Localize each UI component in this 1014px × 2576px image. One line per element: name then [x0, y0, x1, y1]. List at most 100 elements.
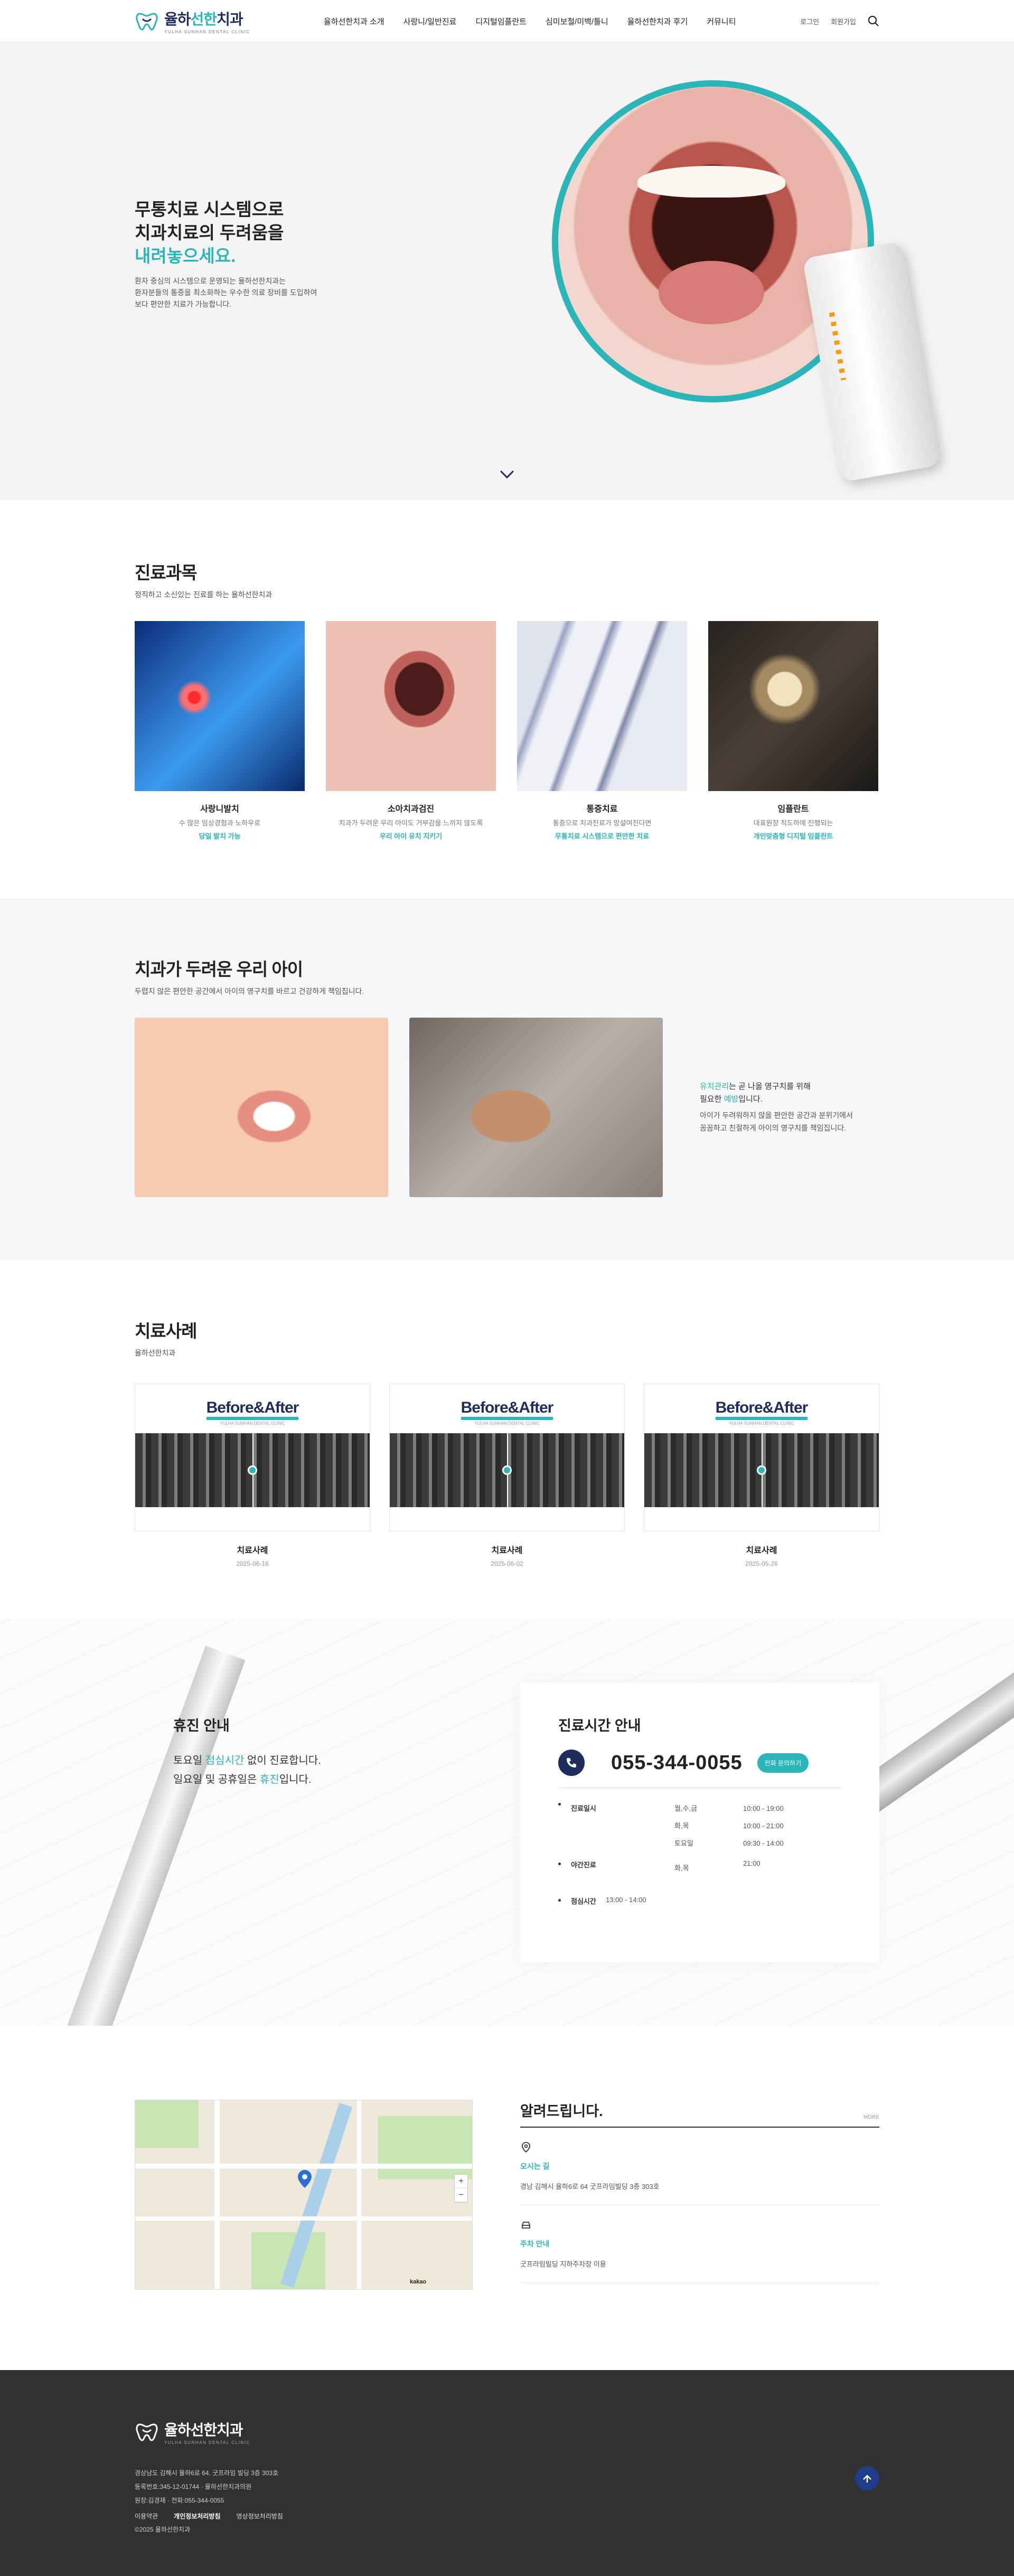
dept-title: 진료과목 [135, 563, 197, 582]
map-provider-logo: kakao [410, 2279, 427, 2285]
dept-image-kid [326, 621, 496, 791]
notice-title: 알려드립니다. [520, 2103, 603, 2119]
case-date: 2025-05-26 [745, 1560, 778, 1567]
case-card[interactable]: Before&After YULHA SUNHAN DENTAL CLINIC … [135, 1384, 370, 1567]
hours-row: 야간진료 화,목 21:00 [558, 1859, 841, 1877]
nav-item-intro[interactable]: 율하선한치과 소개 [314, 16, 394, 27]
off-day-text: 토요일 점심시간 없이 진료합니다. 일요일 및 공휴일은 휴진입니다. [173, 1755, 321, 1785]
chevron-down-icon[interactable] [497, 465, 517, 484]
logo-name: 율하선한치과 [164, 11, 243, 27]
hours-days: 월,수,금 화,목 토요일 [674, 1804, 698, 1847]
nav-item-wisdom[interactable]: 사랑니/일반진료 [394, 16, 466, 27]
hours-row: 진료일시 월,수,금 화,목 토요일 10:00 - 19:00 10:00 -… [558, 1800, 841, 1852]
dept-highlight: 우리 아이 유치 지키기 [379, 832, 443, 840]
zoom-in-icon[interactable]: + [455, 2175, 467, 2188]
dept-card-kids[interactable]: 소아치과검진 치과가 두려운 우리 아이도 거부감을 느끼지 않도록 우리 아이… [326, 621, 496, 841]
hero-text: 무통치료 시스템으로 치과치료의 두려움을 내려놓으세요. 환자 중심의 시스템… [135, 198, 317, 310]
util-menu: 로그인 회원가입 [800, 15, 879, 27]
parking-text: 굿프라임빌딩 지하주차장 이용 [520, 2260, 606, 2268]
notice-box: 알려드립니다. MORE 오시는 길 경남 김해시 율하6로 64 굿프라임빌딩… [520, 2100, 879, 2290]
dept-subtitle: 정직하고 소신있는 진료를 하는 율하선한치과 [135, 590, 273, 599]
copyright: ©2025 율하선한치과 [135, 2526, 191, 2533]
hero-description: 환자 중심의 시스템으로 운영되는 율하선한치과는 환자분들의 통증을 최소화하… [135, 277, 317, 308]
case-thumbnail: Before&After YULHA SUNHAN DENTAL CLINIC [644, 1384, 879, 1531]
cases-grid: Before&After YULHA SUNHAN DENTAL CLINIC … [135, 1384, 879, 1567]
nav-item-community[interactable]: 커뮤니티 [697, 16, 745, 27]
notice-section: + − kakao 알려드립니다. MORE 오시는 길 경남 김해시 율하6로… [0, 2026, 1014, 2367]
compare-handle-icon [248, 1465, 257, 1475]
nav-item-aesthetic[interactable]: 심미보철/미백/틀니 [536, 16, 618, 27]
compare-handle-icon [502, 1465, 512, 1475]
search-icon[interactable] [868, 15, 879, 27]
phone-number[interactable]: 055-344-0055 [611, 1752, 743, 1774]
footer-logo-name: 율하선한치과 [164, 2422, 243, 2438]
dept-highlight: 당일 발치 가능 [199, 832, 241, 840]
dept-card-wisdom[interactable]: 사랑니발치 수 많은 임상경험과 노하우로 당일 발치 가능 [135, 621, 305, 841]
hours-label: 야간진료 [558, 1859, 674, 1877]
arrow-up-icon[interactable] [855, 2466, 879, 2490]
map-zoom-controls: + − [454, 2174, 468, 2203]
video-policy-link[interactable]: 영상정보처리방침 [237, 2512, 283, 2521]
footer-logo: 율하선한치과 YULHA SUNHAN DENTAL CLINIC [135, 2419, 879, 2445]
hours-label: 점심시간 [558, 1896, 674, 1906]
dept-highlight: 개인맞춤형 디지털 임플란트 [753, 832, 833, 840]
dept-image-xray [135, 621, 305, 791]
privacy-link[interactable]: 개인정보처리방침 [174, 2512, 220, 2521]
case-card[interactable]: Before&After YULHA SUNHAN DENTAL CLINIC … [644, 1384, 879, 1567]
join-link[interactable]: 회원가입 [831, 16, 856, 26]
device-leds [829, 312, 847, 381]
call-button[interactable]: 전화 문의하기 [757, 1753, 809, 1773]
case-name: 치료사례 [491, 1546, 523, 1555]
location-map[interactable]: + − kakao [135, 2100, 473, 2290]
zoom-out-icon[interactable]: − [455, 2188, 467, 2202]
tooth-logo-icon [136, 2423, 158, 2441]
tongue-shape [659, 261, 764, 324]
notice-header: 알려드립니다. MORE [520, 2100, 879, 2128]
case-name: 치료사례 [237, 1546, 268, 1555]
before-after-subtitle: YULHA SUNHAN DENTAL CLINIC [729, 1421, 794, 1426]
case-card[interactable]: Before&After YULHA SUNHAN DENTAL CLINIC … [389, 1384, 625, 1567]
logo-subtitle: YULHA SUNHAN DENTAL CLINIC [164, 30, 250, 34]
nav-item-implant[interactable]: 디지털임플란트 [466, 16, 536, 27]
main-nav: 율하선한치과 소개 사랑니/일반진료 디지털임플란트 심미보철/미백/틀니 율하… [314, 16, 800, 27]
dept-name: 소아치과검진 [387, 805, 435, 814]
footer-info: 경상남도 김해시 율하6로 64, 굿프라임 빌딩 3층 303호 등록번호:3… [135, 2466, 879, 2507]
xray-image [390, 1433, 624, 1507]
hours-title: 진료시간 안내 [558, 1718, 641, 1734]
location-pin-icon [522, 2142, 530, 2153]
footer-logo-subtitle: YULHA SUNHAN DENTAL CLINIC [164, 2440, 250, 2445]
hero-section: 무통치료 시스템으로 치과치료의 두려움을 내려놓으세요. 환자 중심의 시스템… [0, 42, 1014, 500]
cases-section: 치료사례 율하선한치과 Before&After YULHA SUNHAN DE… [0, 1260, 1014, 1619]
hours-times: 21:00 [743, 1859, 760, 1867]
hours-row: 점심시간 13:00 - 14:00 [558, 1896, 841, 1906]
more-link[interactable]: MORE [863, 2114, 879, 2120]
kids-subtitle: 두렵지 않은 편안한 공간에서 아이의 영구치를 바르고 건강하게 책임집니다. [135, 987, 364, 995]
dept-grid: 사랑니발치 수 많은 임상경험과 노하우로 당일 발치 가능 소아치과검진 치과… [135, 621, 879, 841]
terms-link[interactable]: 이용약관 [135, 2512, 158, 2521]
before-after-subtitle: YULHA SUNHAN DENTAL CLINIC [474, 1421, 540, 1426]
hero-title: 무통치료 시스템으로 치과치료의 두려움을 내려놓으세요. [135, 200, 284, 266]
dept-desc: 수 많은 임상경험과 노하우로 [179, 819, 261, 827]
phone-icon [558, 1750, 585, 1776]
dept-card-pain[interactable]: 통증치료 통증으로 치과진료가 망설여진다면 무통치료 시스템으로 편안한 치료 [517, 621, 687, 841]
pen-decoration [61, 1646, 246, 2026]
case-name: 치료사례 [746, 1546, 777, 1555]
map-pin-icon[interactable] [298, 2170, 312, 2188]
footer-registration: 등록번호:345-12-01744 · 율하선한치과의원 [135, 2483, 252, 2490]
dept-card-implant[interactable]: 임플란트 대표원장 직도하에 진행되는 개인맞춤형 디지털 임플란트 [708, 621, 878, 841]
parking-info: 주차 안내 굿프라임빌딩 지하주차장 이용 [520, 2205, 879, 2283]
location-label: 오시는 길 [520, 2162, 550, 2170]
case-date: 2025-06-16 [236, 1560, 269, 1567]
dept-desc: 대표원장 직도하에 진행되는 [753, 819, 833, 827]
login-link[interactable]: 로그인 [800, 16, 819, 26]
xray-image [135, 1433, 370, 1507]
case-thumbnail: Before&After YULHA SUNHAN DENTAL CLINIC [389, 1384, 625, 1531]
kid-smile-image [135, 1018, 388, 1197]
phone-row: 055-344-0055 전화 문의하기 [558, 1750, 841, 1788]
logo[interactable]: 율하선한치과 YULHA SUNHAN DENTAL CLINIC [135, 8, 314, 34]
cases-subtitle: 율하선한치과 [135, 1349, 176, 1357]
nav-item-reviews[interactable]: 율하선한치과 후기 [618, 16, 698, 27]
footer-contact: 원장:김경재 · 전화:055-344-0055 [135, 2497, 224, 2504]
before-after-title: Before&After [206, 1399, 299, 1420]
dept-image-implant [708, 621, 878, 791]
